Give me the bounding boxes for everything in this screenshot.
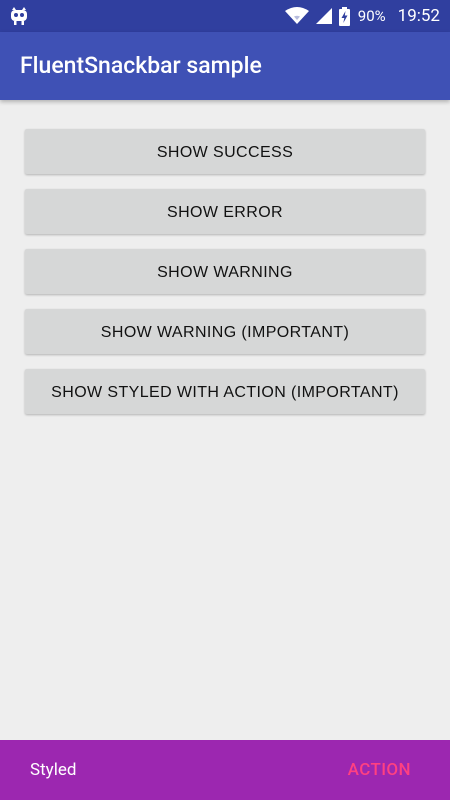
battery-percent: 90%	[357, 7, 386, 25]
battery-charging-icon	[338, 6, 350, 26]
app-title: FluentSnackbar sample	[20, 52, 262, 79]
show-success-button[interactable]: SHOW SUCCESS	[25, 129, 425, 174]
snackbar: Styled ACTION	[0, 740, 450, 800]
status-bar: 90% 19:52	[0, 0, 450, 32]
android-debug-icon	[9, 6, 29, 26]
wifi-icon	[284, 7, 309, 25]
app-bar: FluentSnackbar sample	[0, 32, 450, 100]
snackbar-message: Styled	[30, 760, 77, 780]
status-clock: 19:52	[397, 6, 440, 26]
cell-signal-icon	[315, 7, 333, 25]
show-styled-action-important-button[interactable]: SHOW STYLED WITH ACTION (IMPORTANT)	[25, 369, 425, 414]
show-warning-button[interactable]: SHOW WARNING	[25, 249, 425, 294]
show-warning-important-button[interactable]: SHOW WARNING (IMPORTANT)	[25, 309, 425, 354]
status-indicators: 90% 19:52	[284, 0, 440, 32]
show-error-button[interactable]: SHOW ERROR	[25, 189, 425, 234]
snackbar-action-button[interactable]: ACTION	[348, 758, 411, 782]
